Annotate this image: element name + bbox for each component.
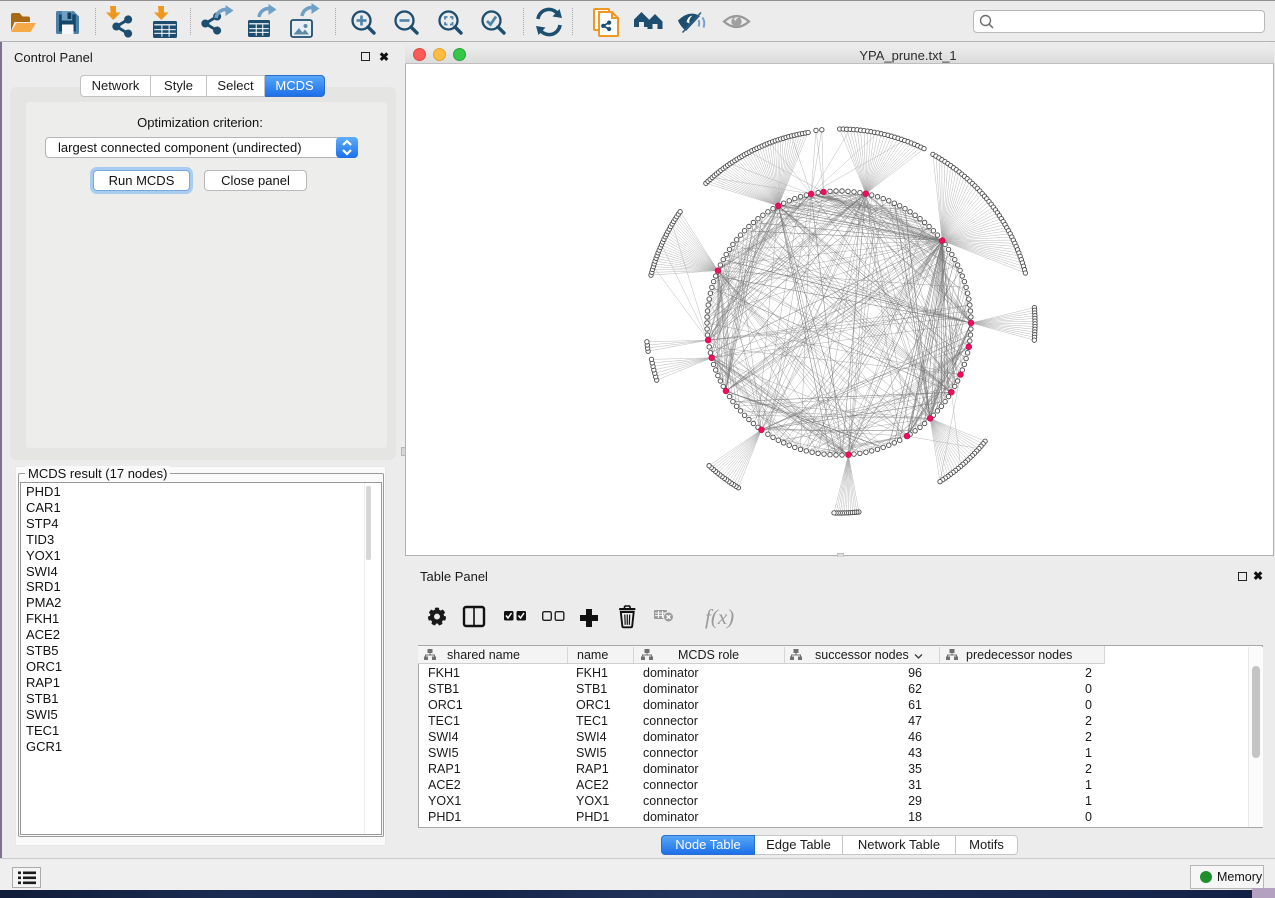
svg-text:f(x): f(x) xyxy=(705,605,734,629)
